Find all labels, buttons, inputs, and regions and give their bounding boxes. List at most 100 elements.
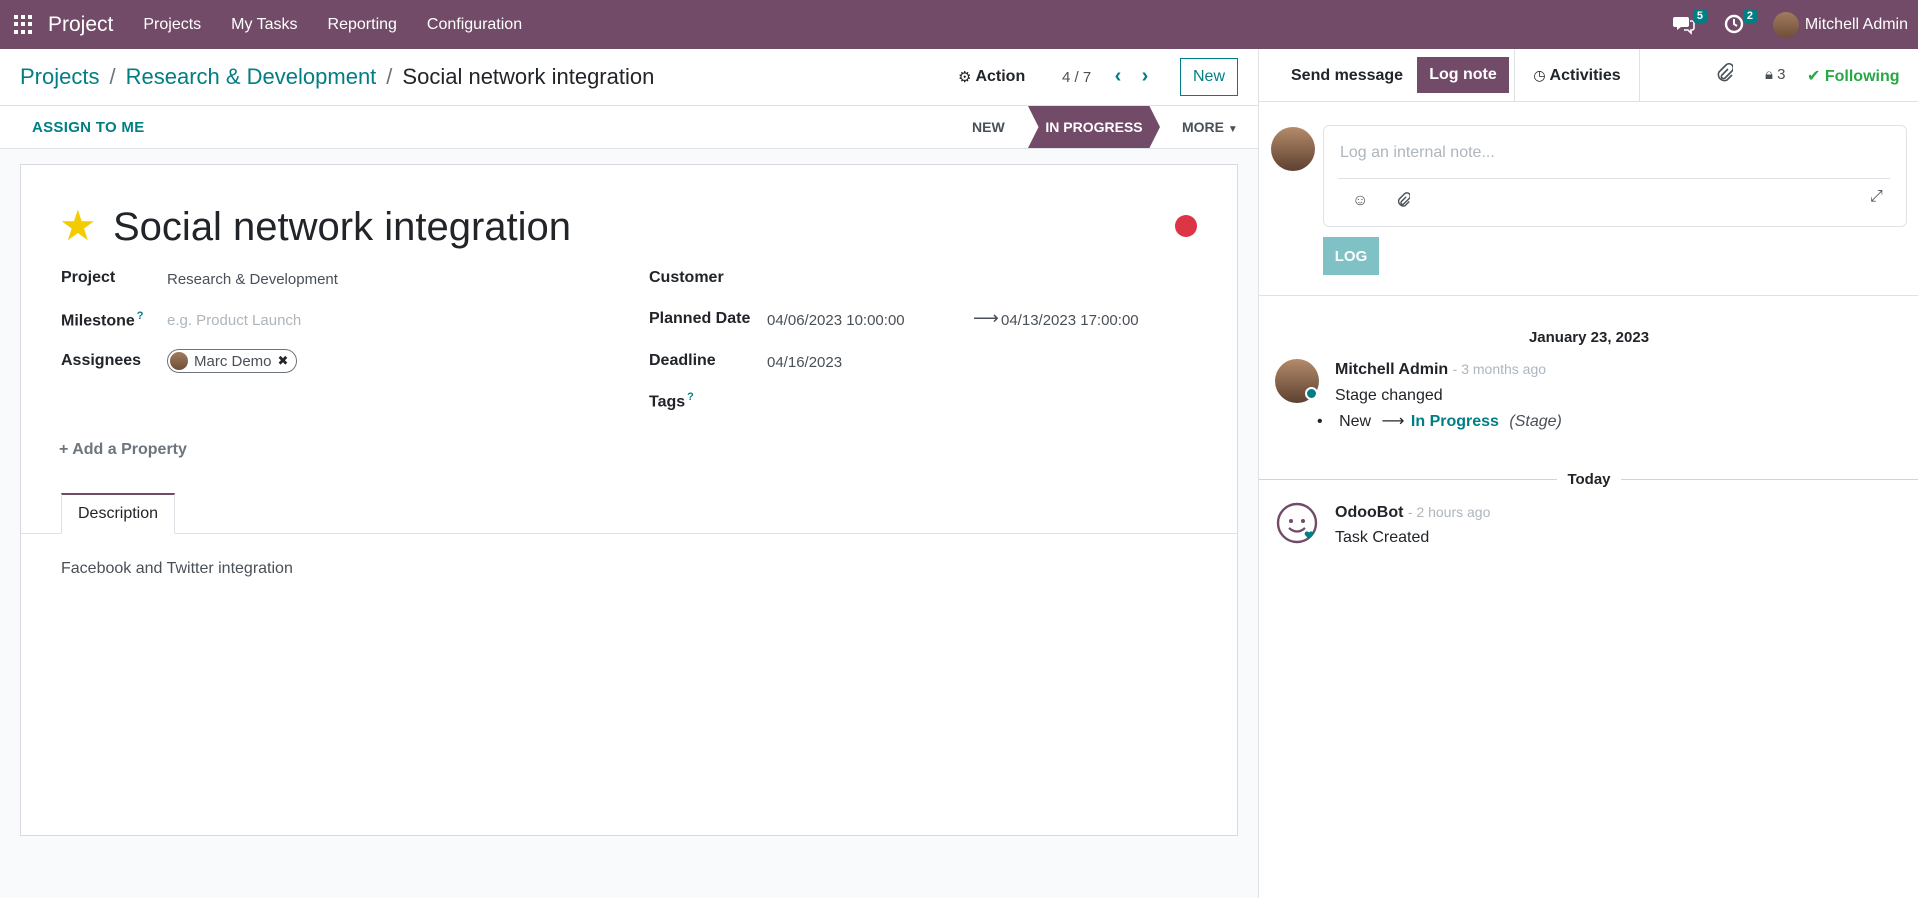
kanban-state-dot[interactable] [1175,215,1197,237]
gear-icon: ⚙ [958,69,972,86]
assignee-tag[interactable]: Marc Demo ✖ [167,349,298,373]
apps-menu-icon[interactable] [14,14,34,35]
followers-button[interactable]: 🔒︎ 3 [1765,66,1786,83]
arrow-right-icon: ⟶ [1381,413,1405,430]
deadline-field[interactable]: 04/16/2023 [767,354,842,371]
odoobot-avatar[interactable] [1275,501,1319,545]
breadcrumb-research[interactable]: Research & Development [126,64,377,90]
assignees-label: Assignees [61,352,142,369]
send-message-button[interactable]: Send message [1291,67,1403,85]
date-separator: Today [1259,469,1918,489]
top-navbar: Project Projects My Tasks Reporting Conf… [0,0,1918,49]
composer-divider [1338,178,1890,179]
new-button[interactable]: New [1180,58,1238,96]
tags-field[interactable] [767,393,1187,413]
pager-next-icon[interactable]: › [1135,65,1155,89]
stage-new[interactable]: NEW [972,119,1005,135]
nav-reporting[interactable]: Reporting [328,16,397,34]
pager-value[interactable]: 4 / 7 [1062,69,1091,86]
message-time: - 2 hours ago [1407,504,1491,520]
description-field[interactable]: Facebook and Twitter integration [61,560,293,578]
clock-icon: ◷ [1533,67,1546,83]
nav-configuration[interactable]: Configuration [427,16,522,34]
help-icon: ? [687,391,694,403]
lock-user-icon: 🔒︎ [1765,66,1773,83]
following-button[interactable]: ✔ Following [1807,66,1900,86]
assignee-avatar [170,352,188,370]
app-brand[interactable]: Project [48,13,113,37]
emoji-icon[interactable]: ☺ [1352,192,1368,210]
author-name: Mitchell Admin [1335,361,1449,378]
remove-tag-icon[interactable]: ✖ [278,353,289,369]
expand-icon[interactable]: ⤢ [1870,188,1883,206]
chatter-panel: Send message Log note ◷ Activities 🔒︎ 3 … [1258,49,1918,898]
arrow-right-icon: ⟶ [973,308,999,328]
task-form-sheet: ★ Social network integration Project Res… [20,164,1238,836]
paperclip-icon[interactable] [1715,62,1735,89]
message-body: Task Created [1335,529,1430,546]
author-name: OdooBot [1335,504,1404,521]
add-property-button[interactable]: + Add a Property [59,441,187,459]
tab-description[interactable]: Description [61,493,175,534]
message-body: Stage changed [1335,387,1443,404]
nav-my-tasks[interactable]: My Tasks [231,16,297,34]
milestone-label-wrap: Milestone? [61,310,144,330]
planned-start-field[interactable]: 04/06/2023 10:00:00 [767,312,905,329]
breadcrumb-current: Social network integration [402,64,655,89]
user-name[interactable]: Mitchell Admin [1805,16,1908,34]
breadcrumb-projects[interactable]: Projects [20,64,99,90]
caret-down-icon: ▼ [1227,124,1238,135]
activities-button[interactable]: ◷ Activities [1514,49,1640,102]
customer-field[interactable] [767,271,1187,291]
message-time: - 3 months ago [1452,361,1547,377]
plus-icon: + [59,441,69,458]
tracking-new: In Progress [1410,413,1499,430]
stage-more-dropdown[interactable]: MORE ▼ [1182,119,1238,135]
chatter-topbar: Send message Log note ◷ Activities 🔒︎ 3 … [1259,49,1918,102]
assign-to-me-button[interactable]: ASSIGN TO ME [32,119,145,136]
tabs-divider [21,533,1237,534]
planned-end-field[interactable]: 04/13/2023 17:00:00 [1001,312,1139,329]
milestone-field[interactable]: e.g. Product Launch [167,312,301,329]
planned-date-label: Planned Date [649,310,751,327]
milestone-label: Milestone [61,312,135,330]
tracking-field: (Stage) [1509,413,1562,430]
breadcrumb-separator: / [386,64,393,89]
breadcrumb: Projects / Research & Development / Soci… [20,64,654,90]
log-note-input[interactable]: Log an internal note... [1340,144,1495,162]
following-label: Following [1824,68,1900,85]
log-note-button[interactable]: Log note [1417,57,1509,93]
nav-projects[interactable]: Projects [143,16,201,34]
star-icon[interactable]: ★ [59,205,97,247]
user-avatar[interactable] [1772,11,1799,38]
control-panel: Projects / Research & Development / Soci… [0,49,1258,106]
activities-clock-icon[interactable]: 2 [1723,8,1757,37]
customer-label: Customer [649,269,724,286]
task-title[interactable]: Social network integration [113,205,571,250]
message-author[interactable]: OdooBot - 2 hours ago [1335,504,1490,522]
deadline-label: Deadline [649,352,716,369]
bullet: • [1317,413,1323,430]
tracking-old: New [1339,413,1372,430]
messages-icon[interactable]: 5 [1672,8,1707,37]
tracking-value: • New ⟶ In Progress (Stage) [1317,411,1562,431]
pager-prev-icon[interactable]: ‹ [1108,65,1128,89]
composer: Log an internal note... ☺ ⤢ [1323,125,1907,227]
project-field[interactable]: Research & Development [167,271,338,288]
tags-label-wrap: Tags? [649,391,694,411]
followers-count: 3 [1777,66,1786,83]
date-label: January 23, 2023 [1528,328,1650,346]
action-button[interactable]: ⚙ Action [958,68,1025,86]
activities-label: Activities [1549,66,1621,84]
stage-in-progress[interactable]: IN PROGRESS [1028,106,1160,148]
action-label: Action [975,68,1026,85]
status-bar: ASSIGN TO ME NEW IN PROGRESS MORE ▼ [0,106,1258,149]
project-label: Project [61,269,116,286]
tags-label: Tags [649,393,686,411]
activities-badge: 2 [1742,8,1757,23]
composer-avatar [1271,127,1315,171]
chatter-divider [1259,295,1918,296]
attachment-icon[interactable] [1396,192,1411,213]
log-button[interactable]: LOG [1323,237,1379,275]
message-author[interactable]: Mitchell Admin - 3 months ago [1335,361,1546,379]
